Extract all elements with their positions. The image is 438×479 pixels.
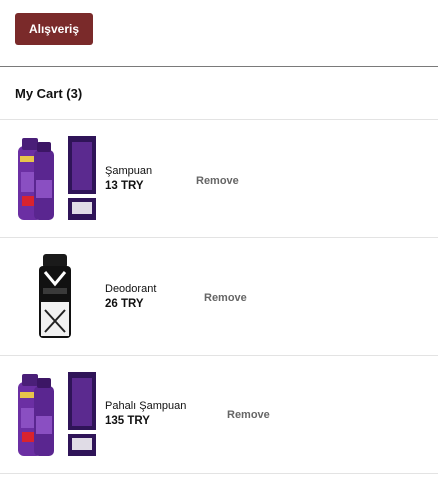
cart-item: Pahalı Şampuan 135 TRY Remove [0,356,438,474]
purple-shampoo-product-image [12,132,98,224]
remove-button[interactable]: Remove [227,409,270,421]
item-name: Şampuan [105,165,153,177]
purple-shampoo-product-image [12,368,98,460]
item-price: 13 TRY [105,180,144,192]
item-name: Deodorant [105,283,157,295]
remove-button[interactable]: Remove [196,175,239,187]
deodorant-spray-product-image [12,250,98,342]
item-price: 135 TRY [105,415,150,427]
cart-title: My Cart (3) [15,86,83,101]
item-price: 26 TRY [105,298,144,310]
shopping-button[interactable]: Alışveriş [15,13,93,45]
top-bar: Alışveriş [0,0,438,67]
cart-item: Şampuan 13 TRY Remove [0,120,438,238]
cart-item: Deodorant 26 TRY Remove [0,238,438,356]
remove-button[interactable]: Remove [204,292,247,304]
item-name: Pahalı Şampuan [105,400,187,412]
